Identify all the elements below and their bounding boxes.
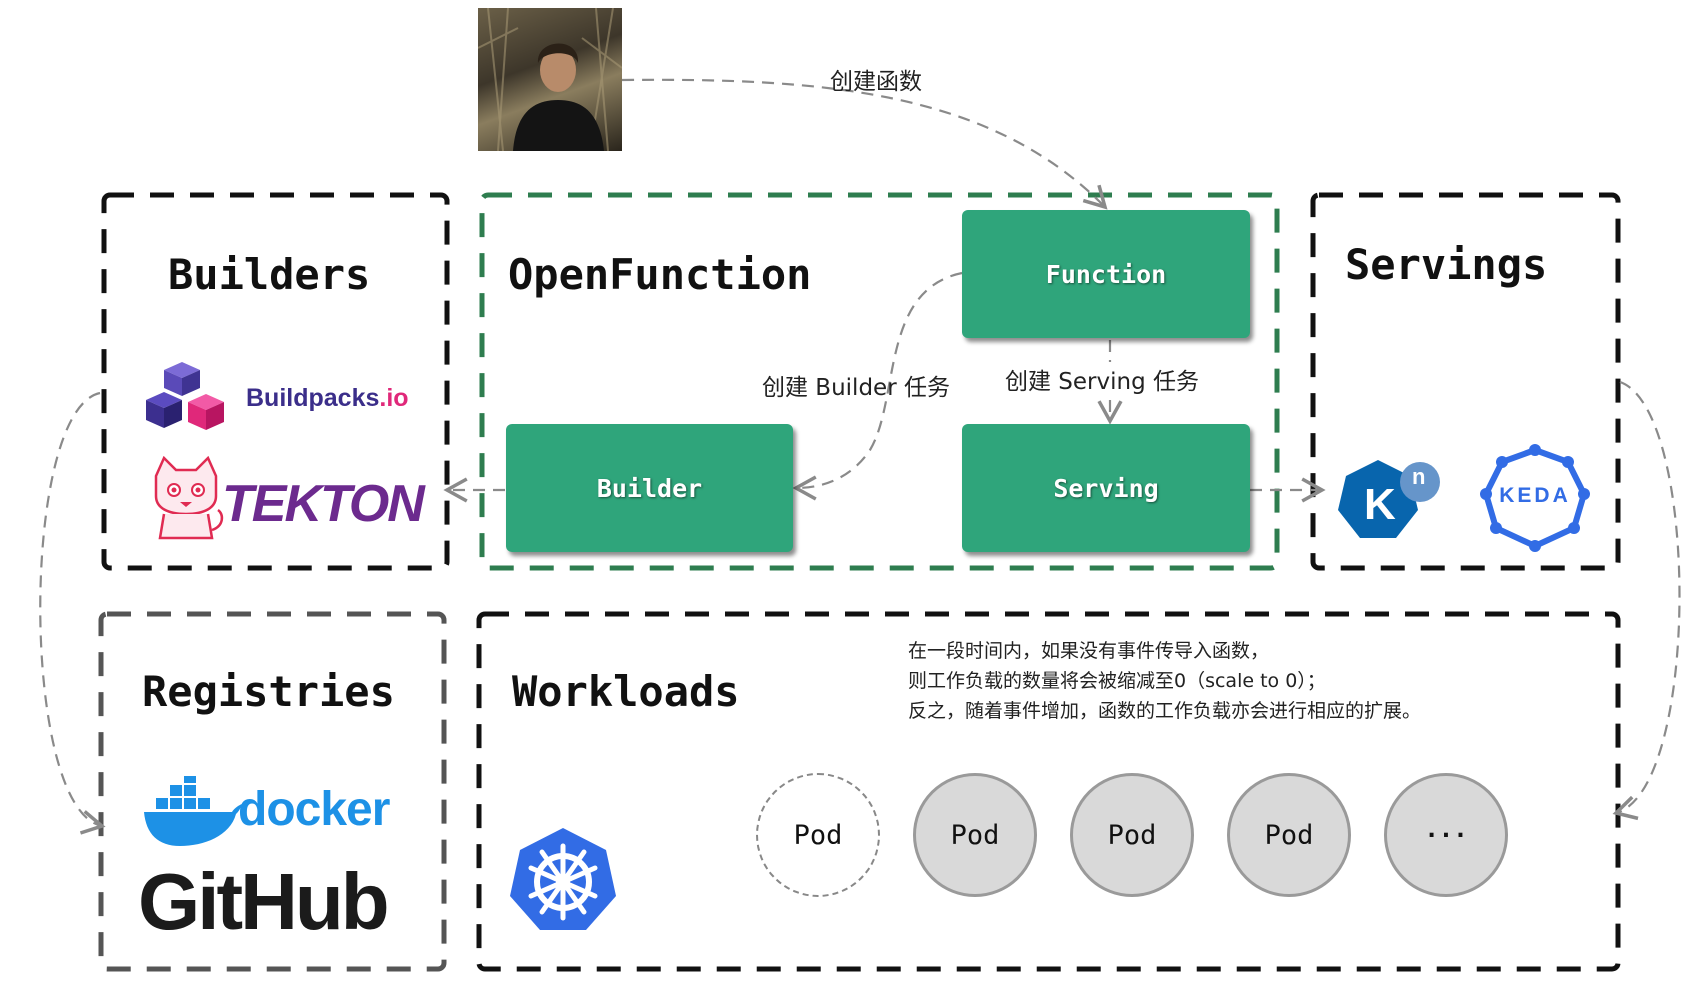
buildpacks-logo: Buildpacks.io — [142, 362, 412, 434]
buildpacks-text: Buildpacks — [246, 384, 380, 412]
user-photo — [478, 8, 622, 151]
docker-whale-icon — [144, 772, 242, 846]
docker-logo: docker — [142, 772, 412, 848]
create-serving-label: 创建 Serving 任务 — [1005, 362, 1200, 396]
knative-badge: n — [1412, 464, 1426, 489]
create-function-label: 创建函数 — [830, 69, 922, 95]
arrow-builders-to-registries — [39, 391, 106, 835]
keda-logo: KEDA — [1480, 444, 1590, 552]
workloads-note-line-1: 在一段时间内，如果没有事件传导入函数， — [908, 640, 1270, 662]
kubernetes-helm-icon — [510, 828, 616, 930]
workloads-note-line-3: 反之，随着事件增加，函数的工作负载亦会进行相应的扩展。 — [908, 700, 1422, 722]
workloads-note: 在一段时间内，如果没有事件传导入函数， 则工作负载的数量将会被缩减至0（scal… — [908, 636, 1421, 726]
tekton-cat-icon — [154, 455, 224, 540]
tekton-logo: TEKTON — [148, 455, 425, 540]
function-node[interactable]: Function — [962, 210, 1250, 338]
arrow-servings-to-workloads — [1612, 380, 1681, 820]
person-icon — [478, 8, 622, 151]
docker-text: docker — [238, 783, 390, 836]
buildpacks-suffix: .io — [379, 384, 409, 412]
tekton-text: TEKTON — [222, 475, 425, 533]
keda-text: KEDA — [1499, 484, 1571, 507]
pod-more[interactable]: ··· — [1384, 773, 1508, 897]
knative-logo: K n — [1334, 456, 1454, 546]
workloads-title: Workloads — [512, 667, 740, 716]
openfunction-title: OpenFunction — [508, 250, 812, 299]
buildpacks-cube-icon — [146, 362, 224, 430]
serving-node[interactable]: Serving — [962, 424, 1250, 552]
github-text: GitHub — [138, 857, 390, 946]
knative-letter: K — [1364, 480, 1396, 529]
builders-title: Builders — [168, 250, 371, 299]
registries-title: Registries — [142, 667, 395, 716]
builder-node[interactable]: Builder — [506, 424, 793, 552]
create-builder-label: 创建 Builder 任务 — [762, 375, 950, 401]
arrow-create-function — [621, 78, 1108, 210]
workloads-note-line-2: 则工作负载的数量将会被缩减至0（scale to 0）； — [908, 670, 1326, 692]
pod[interactable]: Pod — [913, 773, 1037, 897]
pod[interactable]: Pod — [1227, 773, 1351, 897]
kubernetes-logo — [508, 826, 618, 934]
servings-title: Servings — [1345, 240, 1548, 289]
pod-empty[interactable]: Pod — [756, 773, 880, 897]
pod[interactable]: Pod — [1070, 773, 1194, 897]
